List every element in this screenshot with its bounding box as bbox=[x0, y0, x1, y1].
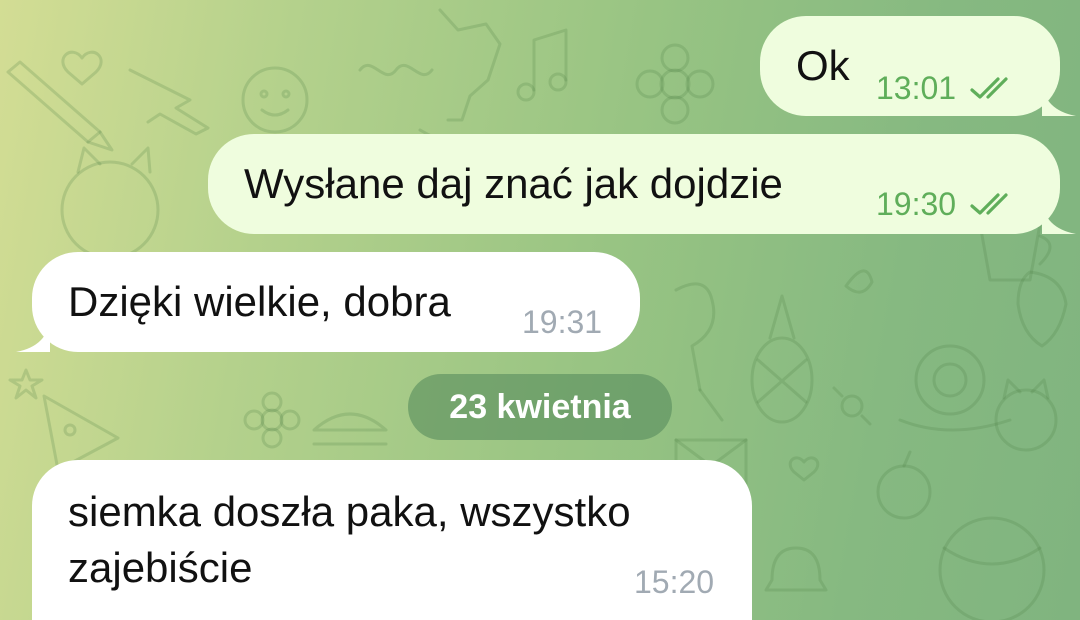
pizza-doodle-icon bbox=[42, 394, 120, 472]
cat-face-doodle-icon bbox=[994, 378, 1058, 452]
bubble-tail bbox=[1042, 82, 1076, 116]
leaf-doodle-icon bbox=[844, 269, 874, 294]
pineapple-doodle-icon bbox=[750, 294, 814, 424]
double-check-icon bbox=[970, 193, 1008, 215]
message-meta: 19:30 bbox=[876, 184, 1020, 224]
outgoing-message-bubble[interactable]: Ok 13:01 bbox=[760, 16, 1076, 116]
flower-small-doodle-icon bbox=[243, 391, 301, 449]
message-text: Dzięki wielkie, dobra bbox=[68, 278, 451, 325]
music-note-doodle-icon bbox=[516, 28, 568, 102]
message-time: 19:30 bbox=[876, 186, 957, 222]
flamingo-doodle-icon bbox=[674, 282, 724, 422]
date-separator: 23 kwietnia bbox=[408, 374, 672, 440]
apple-doodle-icon bbox=[876, 450, 932, 520]
heart-doodle-icon bbox=[61, 50, 103, 86]
squiggle-doodle-icon bbox=[358, 63, 434, 77]
face-doodle-icon bbox=[241, 66, 309, 134]
message-text: Wysłane daj znać jak dojdzie bbox=[244, 160, 783, 207]
flower-doodle-icon bbox=[635, 43, 715, 125]
bubble-tail bbox=[1042, 200, 1076, 234]
airplane-doodle-icon bbox=[128, 68, 210, 136]
message-meta: 19:31 bbox=[522, 302, 602, 342]
message-text: Ok bbox=[796, 42, 850, 89]
message-time: 19:31 bbox=[522, 304, 603, 340]
star-doodle-icon bbox=[8, 368, 44, 400]
strawberry-doodle-icon bbox=[1016, 270, 1068, 348]
small-heart-doodle-icon bbox=[788, 456, 820, 482]
bell-doodle-icon bbox=[764, 546, 828, 592]
incoming-message-bubble[interactable]: Dzięki wielkie, dobra 19:31 bbox=[16, 252, 640, 352]
double-check-icon bbox=[970, 77, 1008, 99]
candy-doodle-icon bbox=[832, 386, 872, 426]
ball-doodle-icon bbox=[938, 516, 1046, 620]
message-time: 13:01 bbox=[876, 70, 957, 106]
message-time: 15:20 bbox=[634, 564, 715, 600]
cat-doodle-icon bbox=[60, 146, 160, 260]
message-text-line: siemka doszła paka, wszystko bbox=[68, 488, 631, 535]
outgoing-message-bubble[interactable]: Wysłane daj znać jak dojdzie 19:30 bbox=[208, 134, 1076, 234]
message-meta: 13:01 bbox=[876, 68, 1020, 108]
pencil-doodle-icon bbox=[6, 60, 114, 152]
message-text-line: zajebiście bbox=[68, 544, 253, 591]
burger-doodle-icon bbox=[312, 412, 388, 446]
incoming-message-bubble[interactable]: siemka doszła paka, wszystko zajebiście … bbox=[32, 460, 752, 620]
llama-doodle-icon bbox=[418, 8, 542, 149]
message-meta: 15:20 bbox=[634, 562, 714, 602]
bubble-tail bbox=[16, 318, 50, 352]
snail-doodle-icon bbox=[898, 344, 1012, 432]
